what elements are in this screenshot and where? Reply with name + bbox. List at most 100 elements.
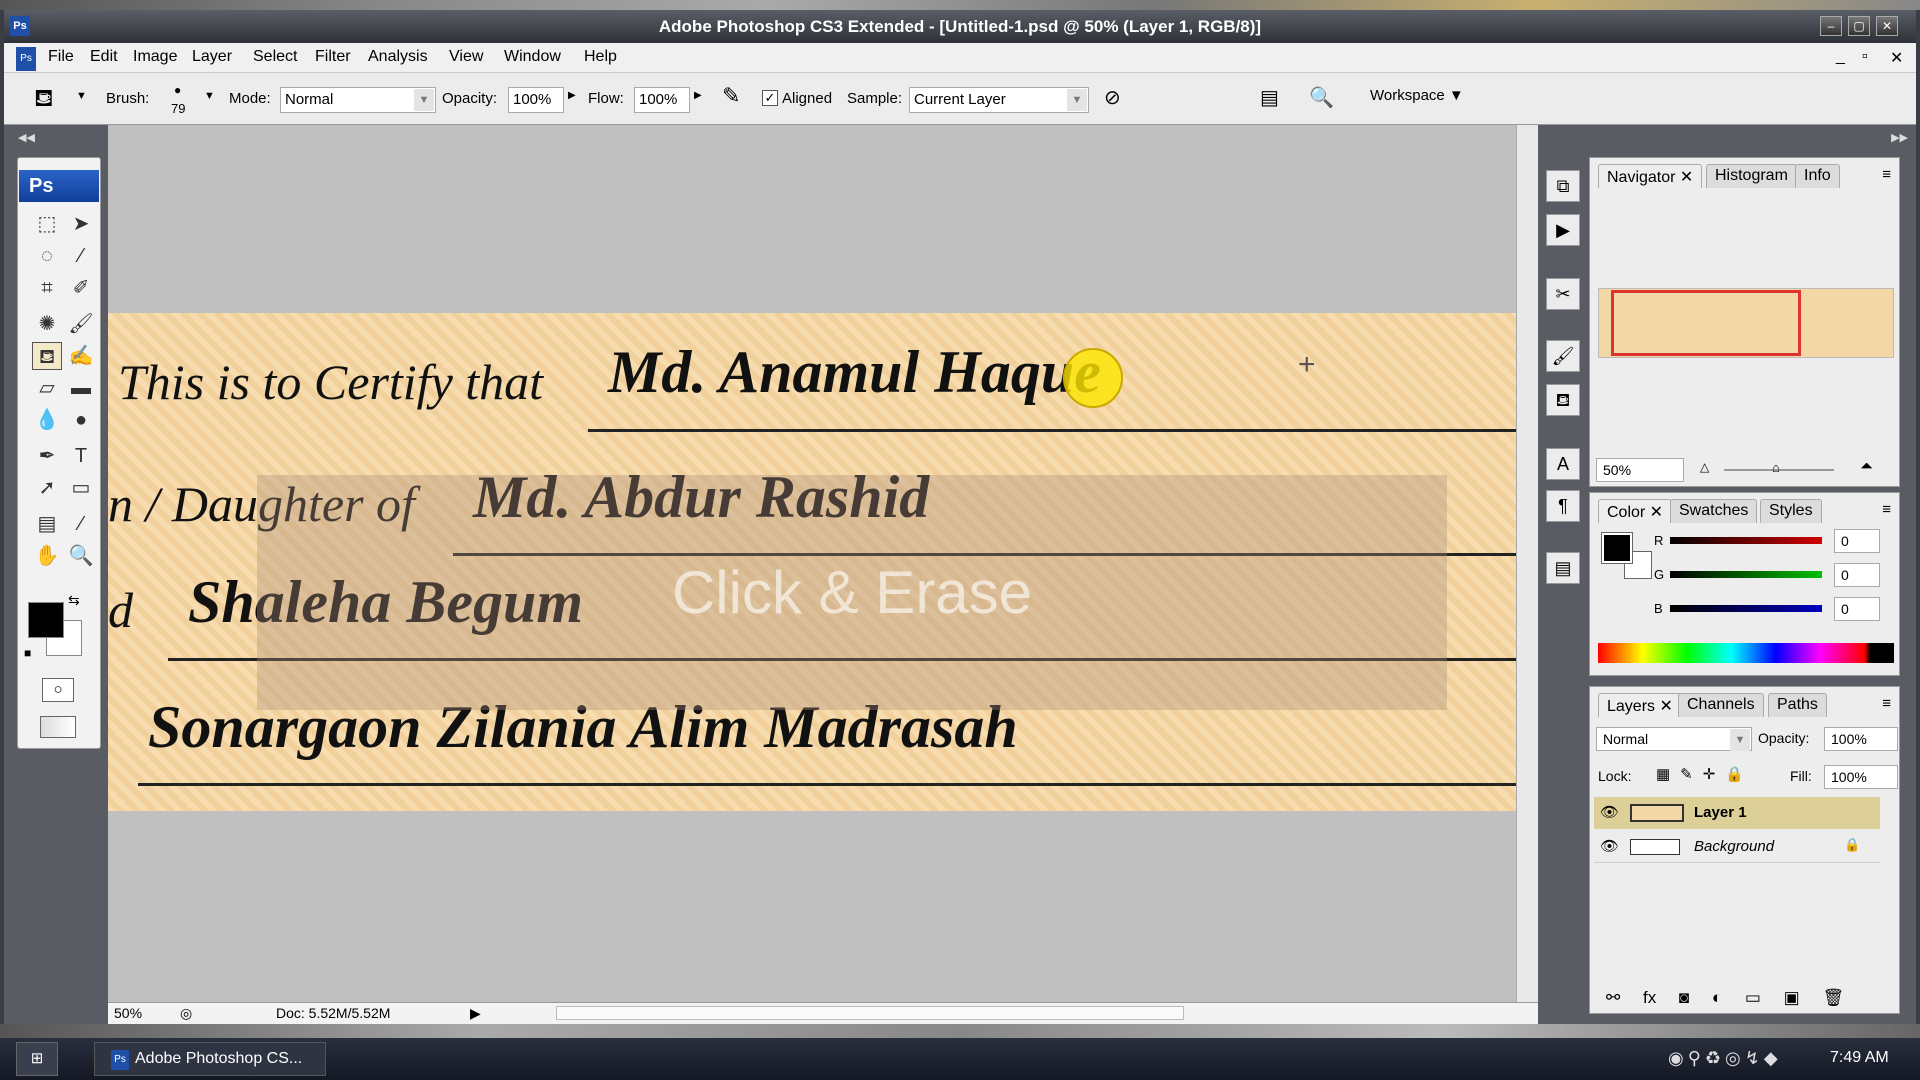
- panel-menu-icon[interactable]: ≡: [1882, 166, 1891, 183]
- workspace-menu[interactable]: Workspace ▼: [1370, 87, 1464, 104]
- crop-icon[interactable]: ⌗: [32, 274, 62, 302]
- magic-wand-icon[interactable]: ⁄: [66, 242, 96, 270]
- ignore-adjustment-icon[interactable]: ⊘: [1104, 85, 1121, 110]
- marquee-icon[interactable]: ⬚: [32, 210, 62, 238]
- layer-row-layer-1[interactable]: 👁 Layer 1: [1594, 797, 1880, 829]
- default-colors-icon[interactable]: ■: [24, 646, 31, 660]
- move-icon[interactable]: ➤: [66, 210, 96, 238]
- menu-analysis[interactable]: Analysis: [368, 48, 428, 66]
- menu-view[interactable]: View: [449, 48, 483, 66]
- sample-select[interactable]: Current Layer ▼: [909, 87, 1089, 113]
- gradient-icon[interactable]: ▬: [66, 374, 96, 402]
- paragraph-icon[interactable]: ¶: [1546, 490, 1580, 522]
- zoom-slider-thumb[interactable]: ⌂: [1772, 460, 1780, 475]
- lasso-icon[interactable]: ◌: [32, 242, 62, 270]
- clone-source-icon[interactable]: ⛾: [1546, 384, 1580, 416]
- channel-slider-G[interactable]: [1670, 571, 1822, 578]
- tab-styles[interactable]: Styles: [1760, 499, 1822, 523]
- expand-icon[interactable]: ▶▶: [1891, 131, 1908, 144]
- tool-presets-icon[interactable]: ✂: [1546, 278, 1580, 310]
- type-icon[interactable]: T: [66, 442, 96, 470]
- menu-file[interactable]: File: [48, 48, 74, 66]
- tab-histogram[interactable]: Histogram: [1706, 164, 1797, 188]
- layer-comps-icon[interactable]: ▤: [1546, 552, 1580, 584]
- collapse-icon[interactable]: ◀◀: [18, 131, 35, 144]
- menu-filter[interactable]: Filter: [315, 48, 351, 66]
- layer-opacity-input[interactable]: 100%: [1824, 727, 1898, 751]
- tab-layers[interactable]: Layers ✕: [1598, 693, 1682, 717]
- tray-icons[interactable]: ◉⚲♻◎↯◆: [1668, 1048, 1782, 1069]
- brush-icon[interactable]: 🖌: [66, 310, 96, 338]
- channel-value-B[interactable]: 0: [1834, 597, 1880, 621]
- taskbar-photoshop[interactable]: Ps Adobe Photoshop CS...: [94, 1042, 326, 1076]
- history-brush-icon[interactable]: ✍: [66, 342, 96, 370]
- tab-color[interactable]: Color ✕: [1598, 499, 1673, 523]
- palette-well-icon[interactable]: ▤: [1260, 85, 1279, 110]
- channel-value-R[interactable]: 0: [1834, 529, 1880, 553]
- eraser-icon[interactable]: ▱: [32, 374, 62, 402]
- panel-menu-icon[interactable]: ≡: [1882, 695, 1891, 712]
- clone-stamp-icon[interactable]: ⛾: [32, 342, 62, 370]
- menu-help[interactable]: Help: [584, 48, 617, 66]
- opacity-input[interactable]: 100%: [508, 87, 564, 113]
- dodge-icon[interactable]: ●: [66, 406, 96, 434]
- doc-restore-button[interactable]: ▫: [1862, 48, 1868, 66]
- tab-channels[interactable]: Channels: [1678, 693, 1764, 717]
- slice-icon[interactable]: ✐: [66, 274, 96, 302]
- layer-row-background[interactable]: 👁 Background 🔒: [1594, 831, 1880, 863]
- pen-icon[interactable]: ✒: [32, 442, 62, 470]
- tab-info[interactable]: Info: [1795, 164, 1840, 188]
- panel-menu-icon[interactable]: ≡: [1882, 501, 1891, 518]
- actions-icon[interactable]: ▶: [1546, 214, 1580, 246]
- swap-colors-icon[interactable]: ⇆: [68, 592, 80, 609]
- flow-slider-arrow[interactable]: ▶: [694, 90, 702, 101]
- channel-slider-R[interactable]: [1670, 537, 1822, 544]
- vertical-scrollbar[interactable]: [1516, 125, 1538, 1025]
- lock-icons[interactable]: ▦✎✛🔒: [1656, 765, 1754, 783]
- foreground-color-swatch-front[interactable]: [28, 602, 64, 638]
- eyedropper-icon[interactable]: ⁄: [66, 510, 96, 538]
- minimize-button[interactable]: –: [1820, 16, 1842, 36]
- channel-value-G[interactable]: 0: [1834, 563, 1880, 587]
- tab-swatches[interactable]: Swatches: [1670, 499, 1758, 523]
- start-button[interactable]: ⊞: [16, 1042, 58, 1076]
- brush-dropdown-icon[interactable]: ▼: [204, 90, 215, 102]
- horizontal-scrollbar-thumb[interactable]: [556, 1006, 1184, 1020]
- close-button[interactable]: ✕: [1876, 16, 1898, 36]
- menu-image[interactable]: Image: [133, 48, 177, 66]
- doc-minimize-button[interactable]: _: [1836, 48, 1845, 66]
- notes-icon[interactable]: ▤: [32, 510, 62, 538]
- path-select-icon[interactable]: ➚: [32, 474, 62, 502]
- flow-input[interactable]: 100%: [634, 87, 690, 113]
- blend-mode-select[interactable]: Normal ▼: [1596, 727, 1752, 751]
- blur-icon[interactable]: 💧: [32, 406, 62, 434]
- shape-icon[interactable]: ▭: [66, 474, 96, 502]
- tab-paths[interactable]: Paths: [1768, 693, 1827, 717]
- layers-footer-buttons[interactable]: ⚯ fx ◙ ◐ ▭ ▣ 🗑: [1590, 983, 1899, 1013]
- bridge-icon[interactable]: 🔍: [1309, 85, 1334, 110]
- menu-layer[interactable]: Layer: [192, 48, 232, 66]
- zoom-level[interactable]: 50%: [114, 1003, 142, 1024]
- zoom-in-icon[interactable]: ⏶: [1860, 458, 1873, 476]
- navigator-thumbnail[interactable]: [1598, 288, 1894, 358]
- quick-mask-button[interactable]: ○: [42, 678, 74, 702]
- tab-navigator[interactable]: Navigator ✕: [1598, 164, 1703, 188]
- menu-window[interactable]: Window: [504, 48, 561, 66]
- color-spectrum[interactable]: [1598, 643, 1894, 663]
- brush-preview-icon[interactable]: ●: [174, 83, 181, 97]
- status-icon[interactable]: ◎: [180, 1003, 192, 1024]
- airbrush-icon[interactable]: ✎: [722, 83, 740, 109]
- status-menu-arrow[interactable]: ▶: [470, 1003, 481, 1024]
- chevron-down-icon[interactable]: ▼: [76, 90, 87, 102]
- character-icon[interactable]: A: [1546, 448, 1580, 480]
- eye-icon[interactable]: 👁: [1600, 803, 1619, 821]
- fill-input[interactable]: 100%: [1824, 765, 1898, 789]
- navigator-zoom-input[interactable]: 50%: [1596, 458, 1684, 482]
- menu-select[interactable]: Select: [253, 48, 297, 66]
- zoom-icon[interactable]: 🔍: [66, 542, 96, 570]
- foreground-swatch[interactable]: [1601, 532, 1633, 564]
- eye-icon[interactable]: 👁: [1600, 837, 1619, 855]
- opacity-slider-arrow[interactable]: ▶: [568, 90, 576, 101]
- channel-slider-B[interactable]: [1670, 605, 1822, 612]
- history-icon[interactable]: ⧉: [1546, 170, 1580, 202]
